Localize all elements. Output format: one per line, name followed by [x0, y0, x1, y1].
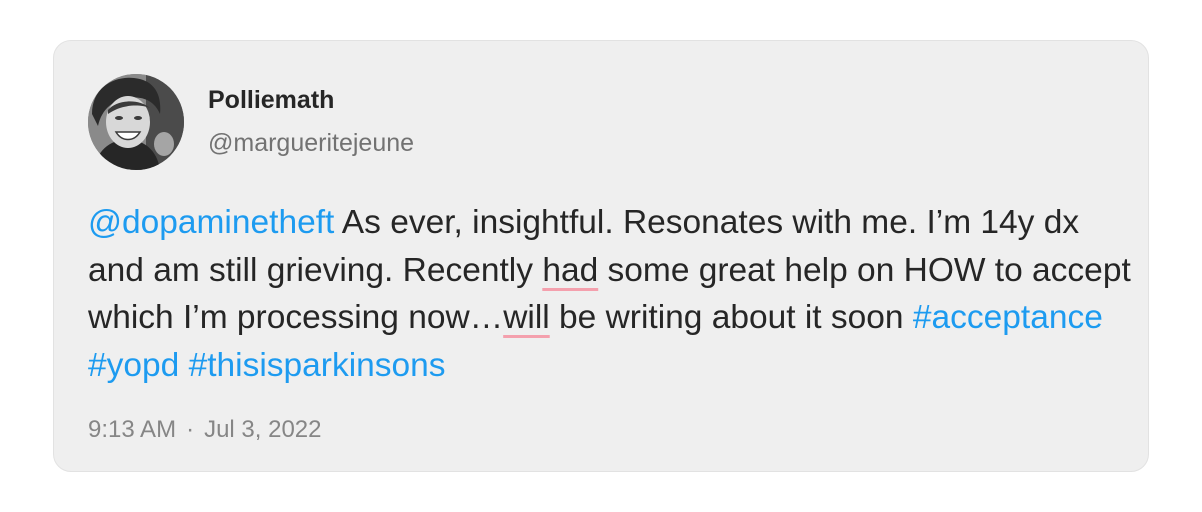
separator-dot: · [186, 416, 195, 443]
tweet-text: @dopaminetheft As ever, insightful. Reso… [88, 199, 1133, 389]
tweet-time: 9:13 AM [88, 416, 177, 443]
mention-link[interactable]: @dopaminetheft [88, 204, 334, 241]
profile-photo-icon [88, 74, 184, 170]
spellcheck-word: will [503, 299, 550, 336]
hashtag-link[interactable]: #acceptance [913, 299, 1103, 336]
avatar[interactable] [88, 74, 184, 170]
text-segment [179, 347, 188, 384]
tweet-timestamp[interactable]: 9:13 AM · Jul 3, 2022 [88, 416, 321, 444]
user-handle[interactable]: @margueritejeune [208, 129, 414, 158]
display-name[interactable]: Polliemath [208, 86, 334, 115]
hashtag-link[interactable]: #thisisparkinsons [189, 347, 446, 384]
hashtag-link[interactable]: #yopd [88, 347, 179, 384]
tweet-card[interactable]: Polliemath @margueritejeune @dopaminethe… [53, 40, 1149, 472]
text-segment: be writing about it soon [549, 299, 913, 336]
spellcheck-word: had [542, 251, 599, 289]
tweet-date: Jul 3, 2022 [204, 416, 322, 443]
